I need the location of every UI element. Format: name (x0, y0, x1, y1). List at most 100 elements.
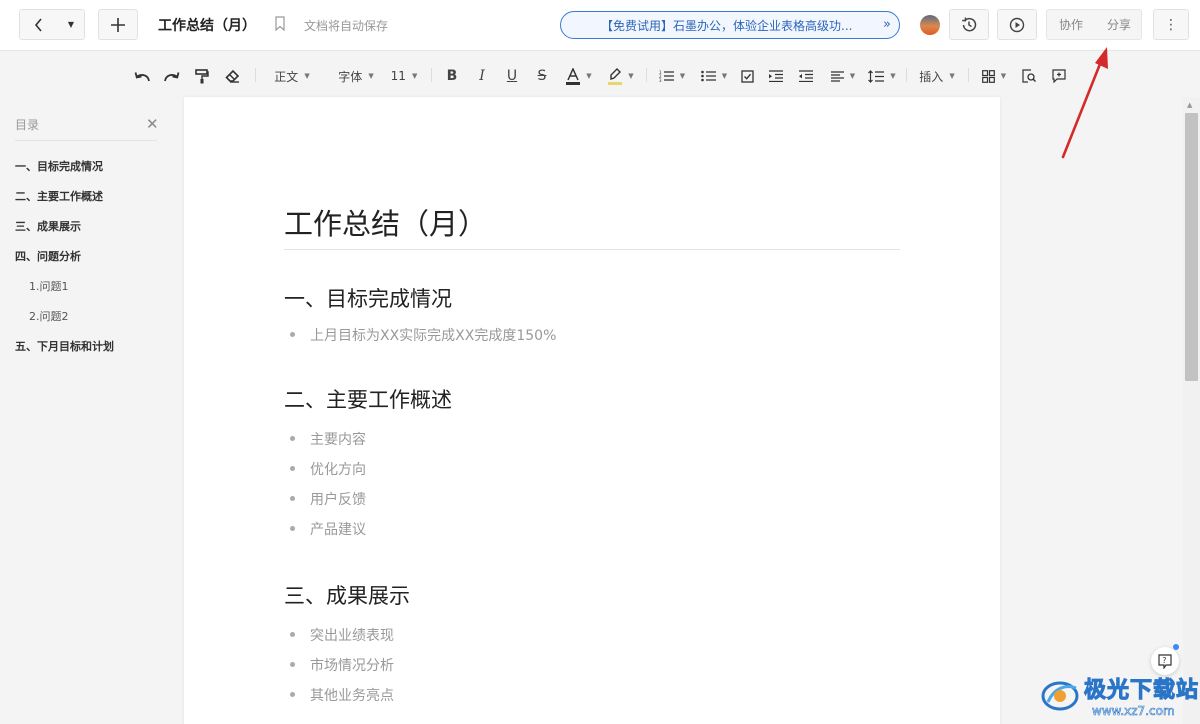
text-color-button[interactable]: ▼ (562, 66, 596, 86)
underline-button[interactable]: U (502, 66, 522, 86)
font-family-label: 字体 (338, 69, 363, 84)
font-size-dropdown[interactable]: 11 ▼ (388, 66, 420, 86)
list-item-text: 主要内容 (310, 432, 366, 448)
caret-down-icon: ▼ (949, 72, 955, 80)
insert-dropdown[interactable]: 插入 ▼ (914, 66, 960, 86)
outline-item[interactable]: 四、问题分析 (15, 248, 81, 264)
list-item[interactable]: 产品建议 (290, 519, 366, 539)
caret-down-icon: ▼ (1000, 72, 1007, 80)
more-menu-button[interactable]: ⋮ (1153, 9, 1189, 40)
redo-button[interactable] (161, 66, 181, 86)
list-item-text: 市场情况分析 (310, 658, 394, 674)
bold-icon: B (446, 68, 458, 84)
bold-button[interactable]: B (442, 66, 462, 86)
watermark-logo-icon (1041, 681, 1079, 711)
scroll-up-arrow-icon[interactable]: ▲ (1187, 101, 1192, 109)
svg-text:3: 3 (659, 78, 662, 82)
list-item[interactable]: 突出业绩表现 (290, 625, 394, 645)
help-icon: ? (1158, 653, 1172, 669)
plus-icon (111, 17, 125, 32)
section-heading[interactable]: 三、成果展示 (284, 580, 410, 610)
new-document-button[interactable] (98, 9, 138, 40)
ordered-list-icon: 123 (659, 70, 674, 82)
bookmark-icon[interactable] (274, 16, 286, 36)
history-button[interactable] (949, 9, 989, 40)
font-size-label: 11 (390, 69, 406, 83)
watermark: 极光下载站 www.xz7.com (1040, 670, 1199, 720)
caret-down-icon: ▼ (890, 72, 896, 80)
outline-title: 目录 (15, 118, 40, 132)
undo-button[interactable] (132, 66, 152, 86)
outline-item[interactable]: 二、主要工作概述 (15, 188, 103, 204)
promo-banner[interactable]: 【免费试用】石墨办公，体验企业表格高级功... » (560, 11, 900, 39)
avatar[interactable] (920, 15, 940, 35)
outline-item[interactable]: 一、目标完成情况 (15, 158, 103, 174)
format-painter-button[interactable] (192, 66, 212, 86)
toolbar-divider (968, 68, 969, 82)
align-left-icon (830, 70, 844, 82)
section-heading[interactable]: 一、目标完成情况 (284, 283, 452, 313)
clear-format-button[interactable] (222, 66, 242, 86)
list-item-text: 突出业绩表现 (310, 628, 394, 644)
indent-decrease-icon (799, 70, 813, 82)
play-circle-icon (1009, 17, 1025, 32)
history-icon (962, 16, 977, 31)
heading-underline (284, 249, 900, 250)
outline-subitem[interactable]: 1.问题1 (29, 278, 69, 294)
line-spacing-dropdown[interactable]: ▼ (866, 66, 898, 86)
checklist-button[interactable] (737, 66, 757, 86)
history-dropdown-button[interactable]: ▼ (58, 10, 84, 39)
close-icon[interactable]: ✕ (146, 115, 159, 133)
undo-icon (134, 72, 150, 82)
paragraph-style-label: 正文 (274, 69, 299, 84)
underline-icon: U (506, 68, 518, 84)
chevron-left-icon (34, 17, 42, 32)
history-nav: ▼ (19, 9, 85, 40)
collaborate-button[interactable]: 协作 (1047, 10, 1095, 39)
document-title[interactable]: 工作总结（月） (158, 15, 256, 35)
scrollbar-thumb[interactable] (1185, 113, 1198, 381)
back-button[interactable] (20, 10, 58, 39)
outline-item[interactable]: 五、下月目标和计划 (15, 338, 114, 354)
list-item[interactable]: 市场情况分析 (290, 655, 394, 675)
share-button[interactable]: 分享 (1095, 10, 1143, 39)
toolbar-divider (906, 68, 907, 82)
italic-button[interactable]: I (472, 66, 492, 86)
list-item[interactable]: 上月目标为XX实际完成XX完成度150% (290, 325, 556, 345)
more-vertical-icon: ⋮ (1164, 16, 1178, 33)
redo-icon (163, 72, 179, 82)
list-item-text: 用户反馈 (310, 492, 366, 508)
watermark-url: www.xz7.com (1092, 704, 1175, 719)
find-replace-button[interactable] (1019, 66, 1039, 86)
annotation-arrow-icon (1061, 47, 1108, 159)
list-item[interactable]: 优化方向 (290, 459, 366, 479)
indent-increase-button[interactable] (766, 66, 786, 86)
align-dropdown[interactable]: ▼ (826, 66, 860, 86)
indent-decrease-button[interactable] (796, 66, 816, 86)
font-family-dropdown[interactable]: 字体 ▼ (331, 66, 381, 86)
top-bar: ▼ 工作总结（月） 文档将自动保存 【免费试用】石墨办公，体验企业表格高级功..… (0, 0, 1200, 51)
list-item[interactable]: 用户反馈 (290, 489, 366, 509)
presentation-button[interactable] (997, 9, 1037, 40)
autosave-status: 文档将自动保存 (304, 19, 389, 33)
caret-down-icon: ▼ (586, 72, 592, 80)
highlight-color-button[interactable]: ▼ (604, 66, 638, 86)
paragraph-style-dropdown[interactable]: 正文 ▼ (266, 66, 318, 86)
svg-text:?: ? (1162, 656, 1166, 665)
grid-icon (981, 69, 995, 83)
caret-down-icon: ▼ (304, 72, 310, 80)
list-item[interactable]: 主要内容 (290, 429, 366, 449)
ordered-list-button[interactable]: 1 2 3 ▼ (655, 66, 689, 86)
list-item[interactable]: 其他业务亮点 (290, 685, 394, 705)
section-heading[interactable]: 二、主要工作概述 (284, 384, 452, 414)
outline-item[interactable]: 三、成果展示 (15, 218, 81, 234)
outline-divider (15, 140, 157, 141)
document-heading[interactable]: 工作总结（月） (284, 201, 487, 243)
bullet-list-icon (700, 70, 716, 82)
strikethrough-button[interactable]: S (532, 66, 552, 86)
outline-subitem[interactable]: 2.问题2 (29, 308, 69, 324)
document-page[interactable]: 工作总结（月） 一、目标完成情况 上月目标为XX实际完成XX完成度150% 二、… (184, 97, 1000, 724)
table-grid-button[interactable]: ▼ (977, 66, 1011, 86)
bullet-list-button[interactable]: ▼ (697, 66, 731, 86)
text-color-icon (566, 67, 581, 85)
